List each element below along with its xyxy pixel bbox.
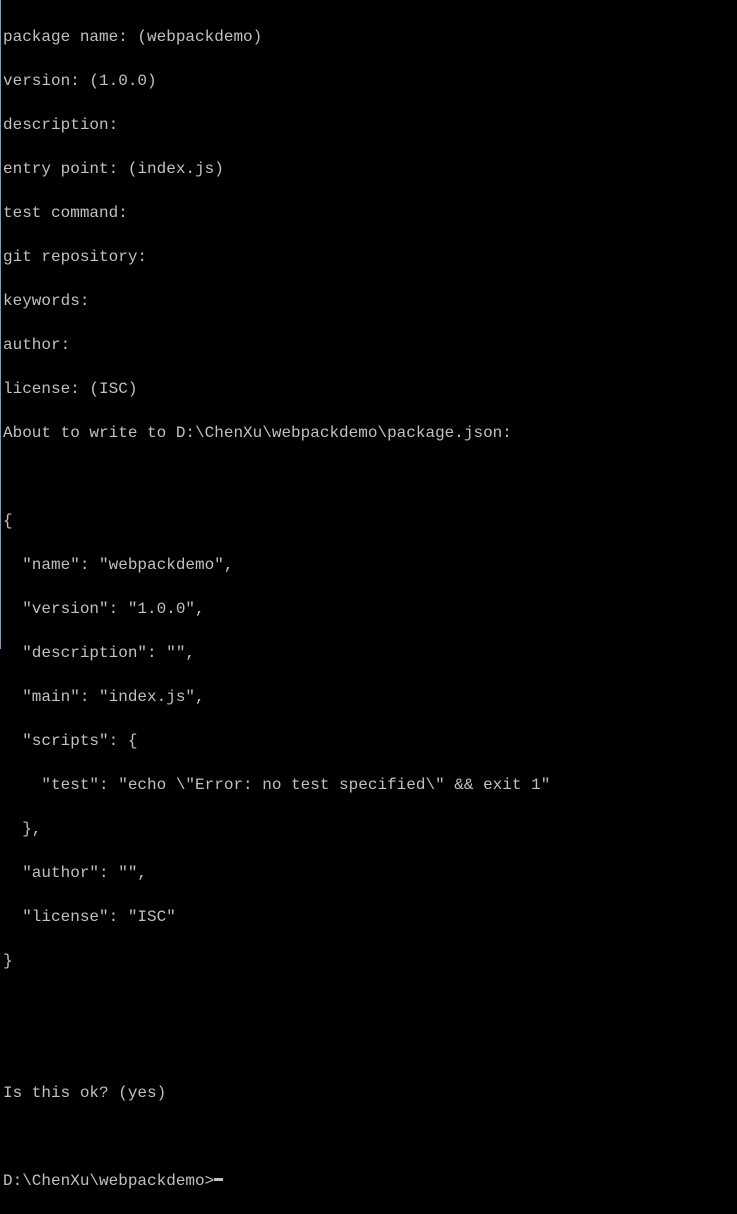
prompt-git-repository: git repository: (3, 246, 735, 268)
command-prompt-line[interactable]: D:\ChenXu\webpackdemo> (3, 1170, 735, 1192)
blank-line (3, 466, 735, 488)
prompt-description: description: (3, 114, 735, 136)
json-scripts-open: "scripts": { (3, 730, 735, 752)
blank-line (3, 1038, 735, 1060)
prompt-test-command: test command: (3, 202, 735, 224)
json-scripts-close: }, (3, 818, 735, 840)
terminal-output: package name: (webpackdemo) version: (1.… (3, 4, 735, 1214)
json-author: "author": "", (3, 862, 735, 884)
json-license: "license": "ISC" (3, 906, 735, 928)
blank-line (3, 1126, 735, 1148)
json-version: "version": "1.0.0", (3, 598, 735, 620)
blank-line (3, 994, 735, 1016)
json-main: "main": "index.js", (3, 686, 735, 708)
cwd-prompt: D:\ChenXu\webpackdemo> (3, 1170, 214, 1192)
prompt-license: license: (ISC) (3, 378, 735, 400)
prompt-version: version: (1.0.0) (3, 70, 735, 92)
json-description: "description": "", (3, 642, 735, 664)
prompt-keywords: keywords: (3, 290, 735, 312)
prompt-entry-point: entry point: (index.js) (3, 158, 735, 180)
json-test: "test": "echo \"Error: no test specified… (3, 774, 735, 796)
confirm-prompt: Is this ok? (yes) (3, 1082, 735, 1104)
cursor-icon (214, 1178, 223, 1181)
json-name: "name": "webpackdemo", (3, 554, 735, 576)
about-to-write: About to write to D:\ChenXu\webpackdemo\… (3, 422, 735, 444)
prompt-author: author: (3, 334, 735, 356)
json-open-brace: { (3, 510, 735, 532)
json-close-brace: } (3, 950, 735, 972)
prompt-package-name: package name: (webpackdemo) (3, 26, 735, 48)
